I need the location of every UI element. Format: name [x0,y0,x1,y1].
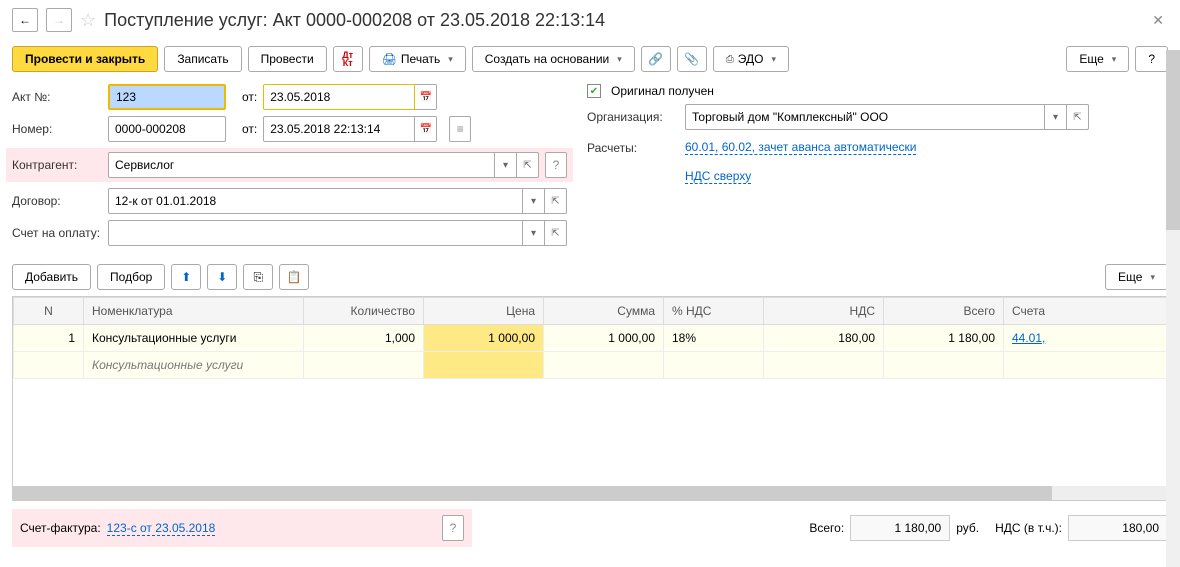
contract-open-icon[interactable]: ⇱ [545,188,567,214]
link-button[interactable]: 🔗 [641,46,671,72]
horizontal-scrollbar[interactable] [13,486,1167,500]
invoice-factura-link[interactable]: 123-с от 23.05.2018 [107,521,216,536]
page-title: Поступление услуг: Акт 0000-000208 от 23… [104,10,605,31]
invoice-dropdown-icon[interactable]: ▾ [523,220,545,246]
original-label: Оригинал получен [611,84,714,98]
arrow-down-icon: ⬇ [217,270,227,284]
invoice-input[interactable] [108,220,523,246]
contract-input[interactable]: 12-к от 01.01.2018 [108,188,523,214]
printer-icon: 🖨 [382,52,397,66]
counterparty-open-icon[interactable]: ⇱ [517,152,539,178]
help-button[interactable]: ? [1135,46,1168,72]
total-label: Всего: [809,521,844,535]
close-icon[interactable]: ✕ [1152,12,1164,29]
contract-dropdown-icon[interactable]: ▾ [523,188,545,214]
vat-total-label: НДС (в т.ч.): [995,521,1062,535]
edo-icon: ⎙ [726,54,734,65]
col-total[interactable]: Всего [884,298,1004,325]
number-label: Номер: [12,122,102,136]
paste-icon: 📋 [287,270,302,284]
org-open-icon[interactable]: ⇱ [1067,104,1089,130]
counterparty-label: Контрагент: [12,158,102,172]
table-more-button[interactable]: Еще [1105,264,1168,290]
table-row[interactable]: 1 Консультационные услуги 1,000 1 000,00… [14,325,1167,352]
account-link[interactable]: 44.01, [1012,331,1045,345]
total-value: 1 180,00 [850,515,950,541]
counterparty-help[interactable]: ? [545,152,567,178]
col-sum[interactable]: Сумма [544,298,664,325]
calendar-icon-2[interactable]: 📅 [415,116,437,142]
nav-back-button[interactable]: ← [12,8,38,32]
table-row-sub[interactable]: Консультационные услуги [14,352,1167,379]
move-down-button[interactable]: ⬇ [207,264,237,290]
invoice-label: Счет на оплату: [12,226,102,240]
original-checkbox[interactable]: ✔ [587,84,601,98]
vertical-scrollbar[interactable] [1166,50,1180,567]
act-no-input[interactable]: 123 [108,84,226,110]
dk-icon: ДтКт [342,51,353,67]
contract-label: Договор: [12,194,102,208]
org-input[interactable]: Торговый дом "Комплексный" ООО [685,104,1045,130]
org-label: Организация: [587,110,679,124]
invoice-open-icon[interactable]: ⇱ [545,220,567,246]
from-label-2: от: [242,122,257,136]
col-price[interactable]: Цена [424,298,544,325]
post-button[interactable]: Провести [248,46,327,72]
post-and-close-button[interactable]: Провести и закрыть [12,46,158,72]
col-nomenclature[interactable]: Номенклатура [84,298,304,325]
counterparty-input[interactable]: Сервислог [108,152,495,178]
col-n[interactable]: N [14,298,84,325]
attach-button[interactable]: 📎 [677,46,707,72]
more-button[interactable]: Еще [1066,46,1129,72]
link-icon: 🔗 [648,52,663,66]
number-extra-button[interactable]: ≡ [449,116,471,142]
create-based-button[interactable]: Создать на основании [472,46,635,72]
print-button[interactable]: 🖨 Печать [369,46,466,72]
settlements-label: Расчеты: [587,141,679,155]
add-row-button[interactable]: Добавить [12,264,91,290]
number-input[interactable]: 0000-000208 [108,116,226,142]
copy-icon: ⎘ [254,270,264,285]
write-button[interactable]: Записать [164,46,241,72]
act-no-label: Акт №: [12,90,102,104]
col-vat[interactable]: НДС [764,298,884,325]
clip-icon: 📎 [684,52,699,66]
move-up-button[interactable]: ⬆ [171,264,201,290]
currency-label: руб. [956,521,979,535]
vat-total-value: 180,00 [1068,515,1168,541]
edo-button[interactable]: ⎙ ЭДО [713,46,789,72]
org-dropdown-icon[interactable]: ▾ [1045,104,1067,130]
from-label-1: от: [242,90,257,104]
items-table: N Номенклатура Количество Цена Сумма % Н… [12,296,1168,501]
invoice-factura-label: Счет-фактура: [20,521,101,535]
nav-forward-button[interactable]: → [46,8,72,32]
copy-button[interactable]: ⎘ [243,264,273,290]
dk-button[interactable]: ДтКт [333,46,363,72]
number-date-input[interactable]: 23.05.2018 22:13:14 [263,116,415,142]
counterparty-dropdown-icon[interactable]: ▾ [495,152,517,178]
act-date-input[interactable]: 23.05.2018 [263,84,415,110]
factura-help[interactable]: ? [442,515,464,541]
settlements-link[interactable]: 60.01, 60.02, зачет аванса автоматически [685,140,916,155]
calendar-icon[interactable]: 📅 [415,84,437,110]
favorite-star-icon[interactable]: ☆ [80,10,96,31]
arrow-up-icon: ⬆ [181,270,191,284]
select-button[interactable]: Подбор [97,264,165,290]
paste-button[interactable]: 📋 [279,264,309,290]
col-vat-pct[interactable]: % НДС [664,298,764,325]
col-accounts[interactable]: Счета [1004,298,1167,325]
col-qty[interactable]: Количество [304,298,424,325]
vat-link[interactable]: НДС сверху [685,169,751,184]
